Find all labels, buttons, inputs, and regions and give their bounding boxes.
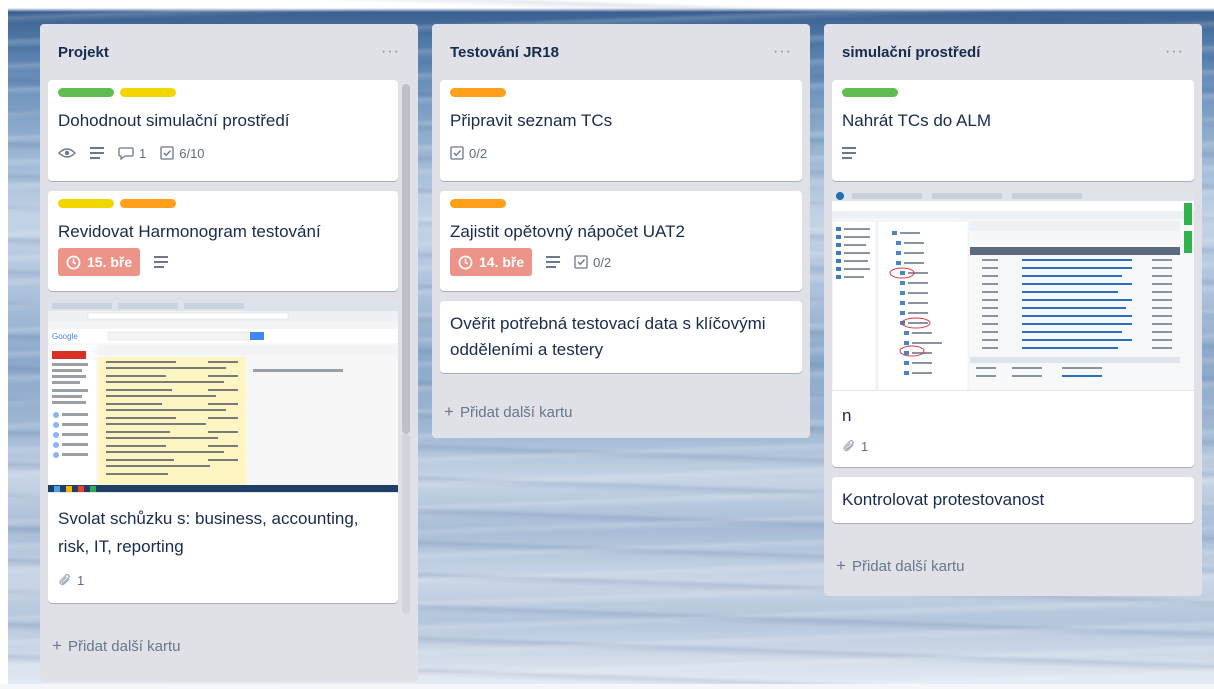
plus-icon: + [52,636,62,655]
label-orange[interactable] [450,88,506,97]
card-labels [842,88,1184,98]
card-cover-screenshot: Google [48,301,398,493]
add-card-label: Přidat další kartu [67,637,181,655]
plus-icon: + [444,402,454,421]
list-header: Projekt ··· [48,24,410,80]
add-card-button[interactable]: + Přidat další kartu [440,390,577,434]
checklist-count: 6/10 [179,145,205,161]
card-badges: 1 6/10 [58,142,388,164]
due-date-badge[interactable]: 15. bře [58,248,141,276]
card-svolat[interactable]: Google Svolat schůzku s: business, accou… [48,301,398,603]
list-scrollbar-track [402,434,410,614]
list-title[interactable]: Projekt [58,44,109,61]
checklist-badge: 0/2 [450,146,487,161]
comment-badge: 1 [118,146,146,161]
checklist-count: 0/2 [593,254,612,270]
card-title: Revidovat Harmonogram testování [58,222,321,241]
checklist-badge: 6/10 [160,145,205,161]
card-dohodnout[interactable]: Dohodnout simulační prostředí 1 6/10 [48,80,398,181]
checklist-icon [574,255,588,269]
card-zajistit[interactable]: Zajistit opětovný nápočet UAT2 14. bře 0… [440,191,802,291]
watch-icon [58,147,76,159]
card-cover-screenshot [832,191,1194,391]
board-left-edge [0,0,8,689]
list-header: simulační prostředí ··· [832,24,1194,80]
add-card-button[interactable]: + Přidat další kartu [832,544,969,588]
list-projekt: Projekt ··· Dohodnout simulační prostřed… [40,24,418,682]
attachment-count: 1 [77,572,85,588]
card-badges: 1 [58,569,388,591]
plus-icon: + [836,556,846,575]
card-badges: 15. bře [58,248,388,276]
card-labels [450,88,792,98]
add-card-label: Přidat další kartu [459,403,573,421]
card-revidovat[interactable]: Revidovat Harmonogram testování 15. bře [48,191,398,291]
due-date-badge[interactable]: 14. bře [450,248,533,276]
checklist-count: 0/2 [469,145,488,161]
checklist-icon [450,146,464,160]
card-title: Zajistit opětovný nápočet UAT2 [450,222,685,241]
comment-count: 1 [139,145,147,161]
label-orange[interactable] [120,199,176,208]
list-scrollbar[interactable] [402,84,410,434]
list-header: Testování JR18 ··· [440,24,802,80]
svg-text:Google: Google [52,332,78,341]
card-title: Připravit seznam TCs [450,111,613,130]
card-title: Kontrolovat protestovanost [842,490,1045,509]
description-icon [842,147,856,159]
label-orange[interactable] [450,199,506,208]
add-card-button[interactable]: + Přidat další kartu [48,624,185,668]
due-date-text: 15. bře [87,254,133,270]
attachment-icon [843,439,854,452]
card-nahrat[interactable]: Nahrát TCs do ALM [832,80,1194,181]
description-icon [154,256,169,268]
list-title[interactable]: simulační prostředí [842,44,980,61]
list-menu-icon[interactable]: ··· [1165,43,1184,61]
card-badges: 0/2 [450,142,792,164]
card-title: Svolat schůzku s: business, accounting, … [58,509,359,556]
board-bottom-edge [0,684,1214,689]
label-yellow[interactable] [120,88,176,97]
clock-icon [458,255,473,269]
card-n[interactable]: n 1 [832,191,1194,467]
comment-icon [118,147,134,160]
checklist-icon [160,146,174,160]
checklist-badge: 0/2 [574,255,611,270]
attachment-count: 1 [861,438,869,454]
card-labels [450,199,792,209]
card-title: Nahrát TCs do ALM [842,111,991,130]
description-icon [546,256,561,268]
card-badges: 14. bře 0/2 [450,248,792,276]
list-menu-icon[interactable]: ··· [381,43,400,61]
label-yellow[interactable] [58,199,114,208]
card-title: Dohodnout simulační prostředí [58,111,290,130]
card-badges [842,142,1184,164]
attachment-icon [59,573,70,586]
add-card-label: Přidat další kartu [851,557,965,575]
card-title: n [842,406,852,425]
list-simulacni: simulační prostředí ··· Nahrát TCs do AL… [824,24,1202,596]
list-testovani: Testování JR18 ··· Připravit seznam TCs … [432,24,810,438]
due-date-text: 14. bře [479,254,525,270]
card-badges: 1 [842,435,1184,457]
attachment-badge: 1 [58,573,84,588]
card-title: Ověřit potřebná testovací data s klíčový… [450,314,766,359]
attachment-badge: 1 [842,439,868,454]
label-green[interactable] [842,88,898,97]
card-pripravit[interactable]: Připravit seznam TCs 0/2 [440,80,802,181]
clock-icon [66,255,81,269]
list-title[interactable]: Testování JR18 [450,44,559,61]
list-menu-icon[interactable]: ··· [773,43,792,61]
label-green[interactable] [58,88,114,97]
card-labels [58,88,388,98]
card-kontrolovat[interactable]: Kontrolovat protestovanost [832,477,1194,523]
card-overit[interactable]: Ověřit potřebná testovací data s klíčový… [440,301,802,373]
card-labels [58,199,388,209]
description-icon [90,147,104,159]
